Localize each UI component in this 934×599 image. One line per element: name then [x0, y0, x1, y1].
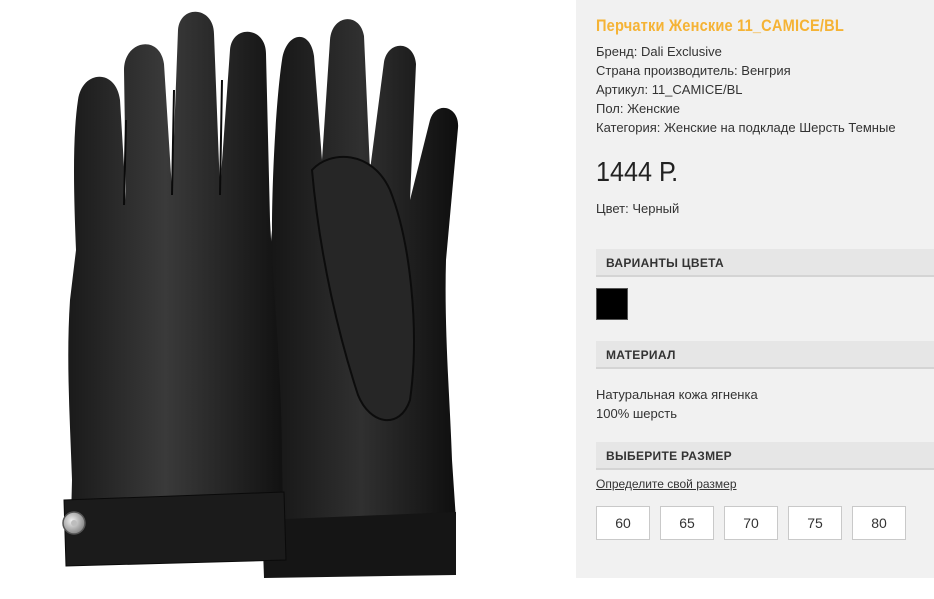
back-glove-cuff: [262, 512, 456, 578]
spec-country: Страна производитель: Венгрия: [596, 63, 791, 78]
material-line: 100% шерсть: [596, 406, 677, 421]
material-heading: МАТЕРИАЛ: [606, 348, 676, 362]
size-option-80[interactable]: 80: [852, 506, 906, 540]
product-specs: Бренд: Dali Exclusive Страна производите…: [596, 42, 896, 137]
spec-article: Артикул: 11_CAMICE/BL: [596, 82, 743, 97]
size-options: 60 65 70 75 80: [596, 506, 916, 540]
material-description: Натуральная кожа ягненка 100% шерсть: [596, 385, 758, 423]
color-swatch-black[interactable]: [596, 288, 628, 320]
product-image[interactable]: [0, 0, 576, 580]
size-option-70[interactable]: 70: [724, 506, 778, 540]
material-header: МАТЕРИАЛ: [596, 341, 934, 369]
product-title: Перчатки Женские 11_CAMICE/BL: [596, 16, 844, 35]
size-option-65[interactable]: 65: [660, 506, 714, 540]
size-header: ВЫБЕРИТЕ РАЗМЕР: [596, 442, 934, 470]
spec-brand: Бренд: Dali Exclusive: [596, 44, 722, 59]
product-price: 1444 Р.: [596, 156, 679, 187]
size-option-60[interactable]: 60: [596, 506, 650, 540]
front-glove-cuff: [63, 491, 287, 567]
product-info-panel: Перчатки Женские 11_CAMICE/BL Бренд: Dal…: [576, 0, 934, 578]
size-heading: ВЫБЕРИТЕ РАЗМЕР: [606, 449, 732, 463]
color-variants-heading: ВАРИАНТЫ ЦВЕТА: [606, 256, 724, 270]
leather-gloves-photo: [62, 11, 459, 578]
size-guide-link[interactable]: Определите свой размер: [596, 477, 737, 491]
material-line: Натуральная кожа ягненка: [596, 387, 758, 402]
size-option-75[interactable]: 75: [788, 506, 842, 540]
spec-category: Категория: Женские на подкладе Шерсть Те…: [596, 120, 896, 135]
color-variants-header: ВАРИАНТЫ ЦВЕТА: [596, 249, 934, 277]
product-color: Цвет: Черный: [596, 201, 680, 216]
front-glove-shape: [68, 11, 285, 560]
spec-gender: Пол: Женские: [596, 101, 681, 116]
